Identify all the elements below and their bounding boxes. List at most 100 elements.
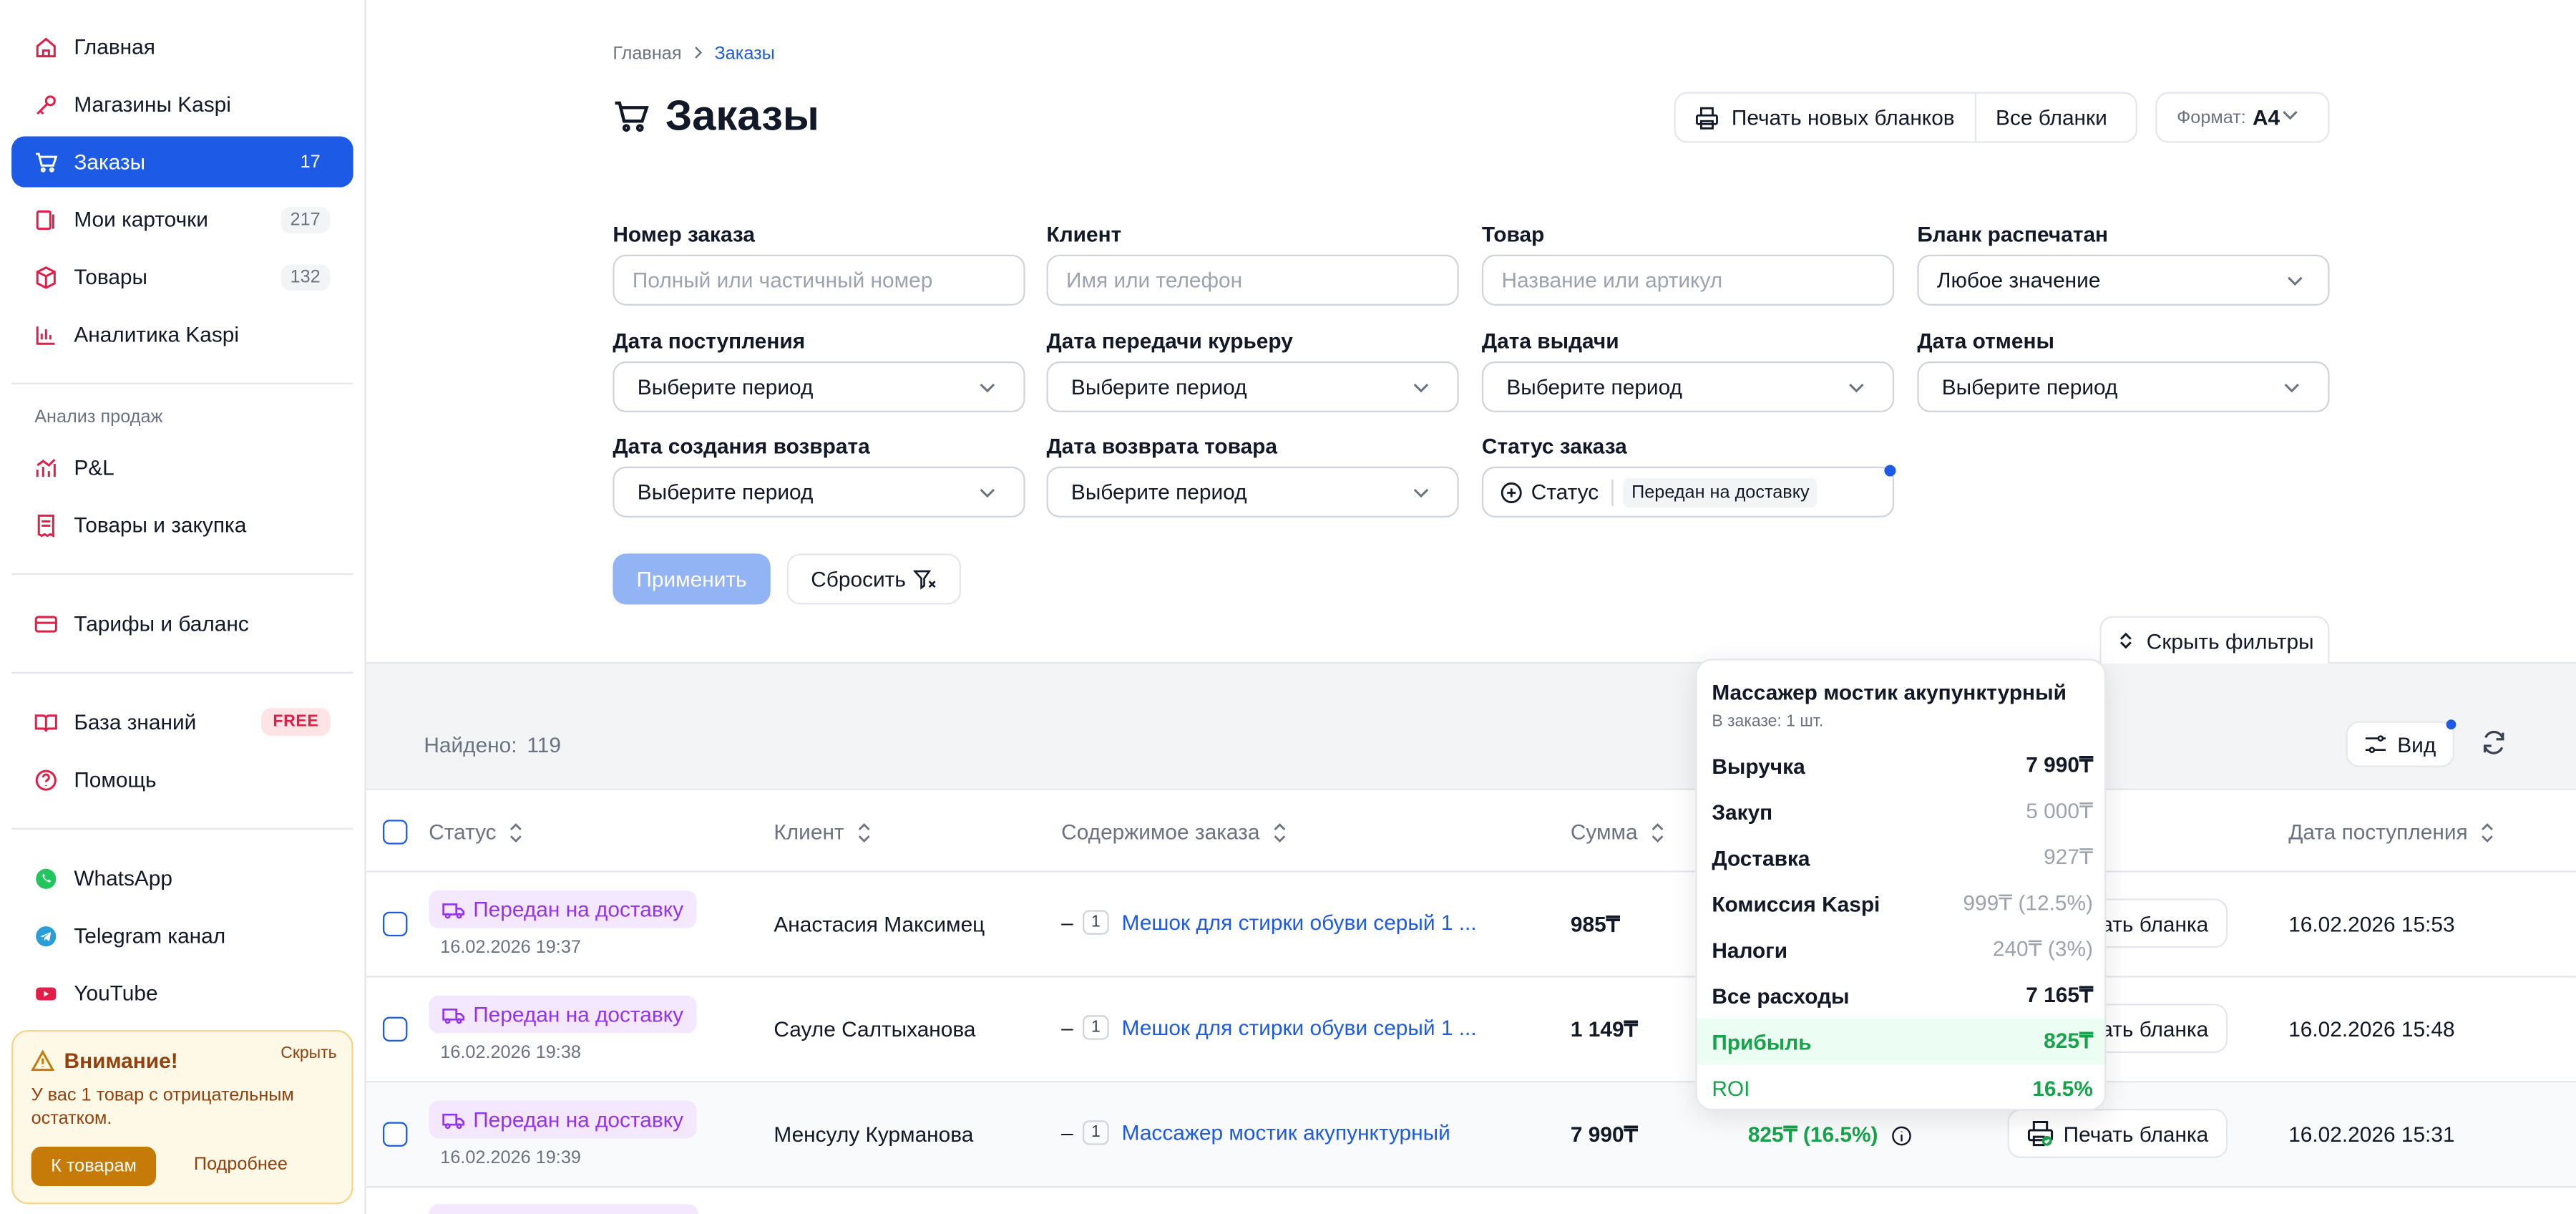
table-row[interactable]: Передан на доставку 16.02.2026 19:39 Мен… [366,1082,2576,1188]
tooltip-row-value: 16.5% [2032,1075,2093,1100]
date-return-created-value: Выберите период [637,480,814,505]
free-badge: FREE [261,708,331,737]
tooltip-row-value: 7 165₸ [2026,982,2093,1007]
warning-more-link[interactable]: Подробнее [194,1155,288,1175]
found-label: Найдено: [424,732,517,757]
received-date: 16.02.2026 15:31 [2288,1122,2455,1147]
date-received-select[interactable]: Выберите период [613,361,1025,413]
print-form-button[interactable]: Печать бланка [2007,1109,2228,1158]
info-icon[interactable] [1891,1125,1913,1146]
product-link[interactable]: Мешок для стирки обуви серый 1 ... [1122,1015,1477,1039]
row-checkbox[interactable] [382,1016,408,1042]
breadcrumb-current[interactable]: Заказы [714,44,774,64]
form-printed-value: Любое значение [1936,268,2101,293]
hide-filters-button[interactable]: Скрыть фильтры [2099,616,2330,664]
reset-button[interactable]: Сбросить [786,553,962,605]
sidebar-item-pnl[interactable]: P&L [11,442,353,492]
date-cancel-select[interactable]: Выберите период [1917,361,2330,413]
date-courier-select[interactable]: Выберите период [1046,361,1459,413]
client-input[interactable] [1046,254,1459,306]
sidebar-item-my-cards[interactable]: Мои карточки 217 [11,194,353,245]
date-return-product-select[interactable]: Выберите период [1046,466,1459,518]
trend-chart-icon [34,456,57,479]
table-row[interactable]: Передан на доставку 16.02.2026 19:38 Сау… [366,978,2576,1083]
column-header-date[interactable]: Дата поступления [2288,820,2496,845]
date-issue-value: Выберите период [1506,374,1682,399]
table-row[interactable]: Передан на доставку 16.02.2026 19:37 Ана… [366,873,2576,978]
date-issue-select[interactable]: Выберите период [1481,361,1895,413]
refresh-icon[interactable] [2481,729,2510,759]
telegram-icon [34,924,57,947]
sidebar-item-home[interactable]: Главная [11,21,353,72]
tooltip-row-taxes: Налоги 240₸ (3%) [1697,926,2104,972]
product-link[interactable]: Мешок для стирки обуви серый 1 ... [1122,910,1477,934]
view-button[interactable]: Вид [2346,721,2455,767]
row-checkbox[interactable] [382,1122,408,1147]
status-button-label: Статус [1531,480,1599,505]
sidebar-item-products[interactable]: Товары 132 [11,251,353,302]
chevron-right-icon [691,44,704,64]
sidebar-item-orders[interactable]: Заказы 17 [11,136,353,188]
sidebar-divider [11,827,353,830]
tooltip-row-label: Закуп [1712,799,1773,824]
client-label: Клиент [1046,221,1122,247]
order-content: – 1 Мешок для стирки обуви серый 1 ... [1061,1015,1477,1040]
format-label: Формат: [2177,107,2246,127]
sidebar-item-knowledge-base[interactable]: База знаний FREE [11,696,353,747]
sidebar-item-products-purchase[interactable]: Товары и закупка [11,500,353,550]
book-icon [34,711,57,734]
sidebar-item-youtube[interactable]: YouTube [11,968,353,1019]
chevron-down-icon [977,483,997,503]
format-value: A4 [2253,105,2280,130]
status-badge: Передан на доставку [429,995,697,1034]
tooltip-row-value: 240₸ (3%) [1992,936,2093,961]
chevron-down-icon [1411,378,1431,398]
date-issue-label: Дата выдачи [1481,329,1619,354]
column-header-label: Содержимое заказа [1061,820,1260,845]
found-number: 119 [527,732,561,757]
date-return-created-select[interactable]: Выберите период [613,466,1025,518]
collapse-icon [2119,632,2131,649]
printer-check-icon [2027,1120,2054,1147]
column-header-client[interactable]: Клиент [774,820,872,845]
sidebar-item-whatsapp[interactable]: WhatsApp [11,853,353,903]
status-date: 16.02.2026 19:38 [440,1043,581,1063]
form-printed-select[interactable]: Любое значение [1917,254,2330,306]
print-new-forms-button[interactable]: Печать новых бланков [1676,94,1974,142]
collapse-dash: – [1061,1015,1073,1040]
chevron-down-icon [1847,378,1867,398]
sidebar-item-kaspi-analytics[interactable]: Аналитика Kaspi [11,309,353,359]
tooltip-row-value: 825₸ [2044,1028,2093,1054]
product-link[interactable]: Массажер мостик акупунктурный [1122,1120,1450,1145]
order-status-filter[interactable]: Статус Передан на доставку [1481,466,1895,518]
select-all-checkbox[interactable] [382,820,408,845]
order-sum: 7 990₸ [1570,1122,1638,1147]
date-cancel-label: Дата отмены [1917,329,2054,354]
column-header-label: Дата поступления [2288,820,2468,845]
sidebar-item-kaspi-shops[interactable]: Магазины Kaspi [11,79,353,130]
status-chip[interactable]: Передан на доставку [1623,477,1818,508]
order-number-input[interactable] [613,254,1025,306]
row-checkbox[interactable] [382,911,408,937]
format-select[interactable]: Формат: A4 [2155,92,2330,143]
all-forms-button[interactable]: Все бланки [1974,93,2127,142]
apply-button[interactable]: Применить [613,553,771,605]
column-header-status[interactable]: Статус [429,820,524,845]
breadcrumb-home[interactable]: Главная [613,44,681,64]
date-cancel-value: Выберите период [1941,374,2118,399]
column-header-content[interactable]: Содержимое заказа [1061,820,1287,845]
order-sum: 985₸ [1570,911,1620,937]
product-input[interactable] [1481,254,1895,306]
sidebar-item-label: Заказы [74,149,146,175]
tooltip-row-label: Налоги [1712,937,1788,962]
warning-hide-link[interactable]: Скрыть [280,1045,336,1063]
column-header-sum[interactable]: Сумма [1571,820,1666,845]
home-icon [34,35,57,58]
orders-table: Статус Клиент Содержимое заказа Сумма Да… [366,788,2576,1214]
sidebar-item-help[interactable]: Помощь [11,754,353,805]
sidebar-item-telegram[interactable]: Telegram канал [11,910,353,961]
sidebar-item-billing[interactable]: Тарифы и баланс [11,598,353,649]
count-badge: 132 [280,263,331,291]
status-date: 16.02.2026 19:37 [440,938,581,958]
go-to-products-button[interactable]: К товарам [31,1146,157,1186]
